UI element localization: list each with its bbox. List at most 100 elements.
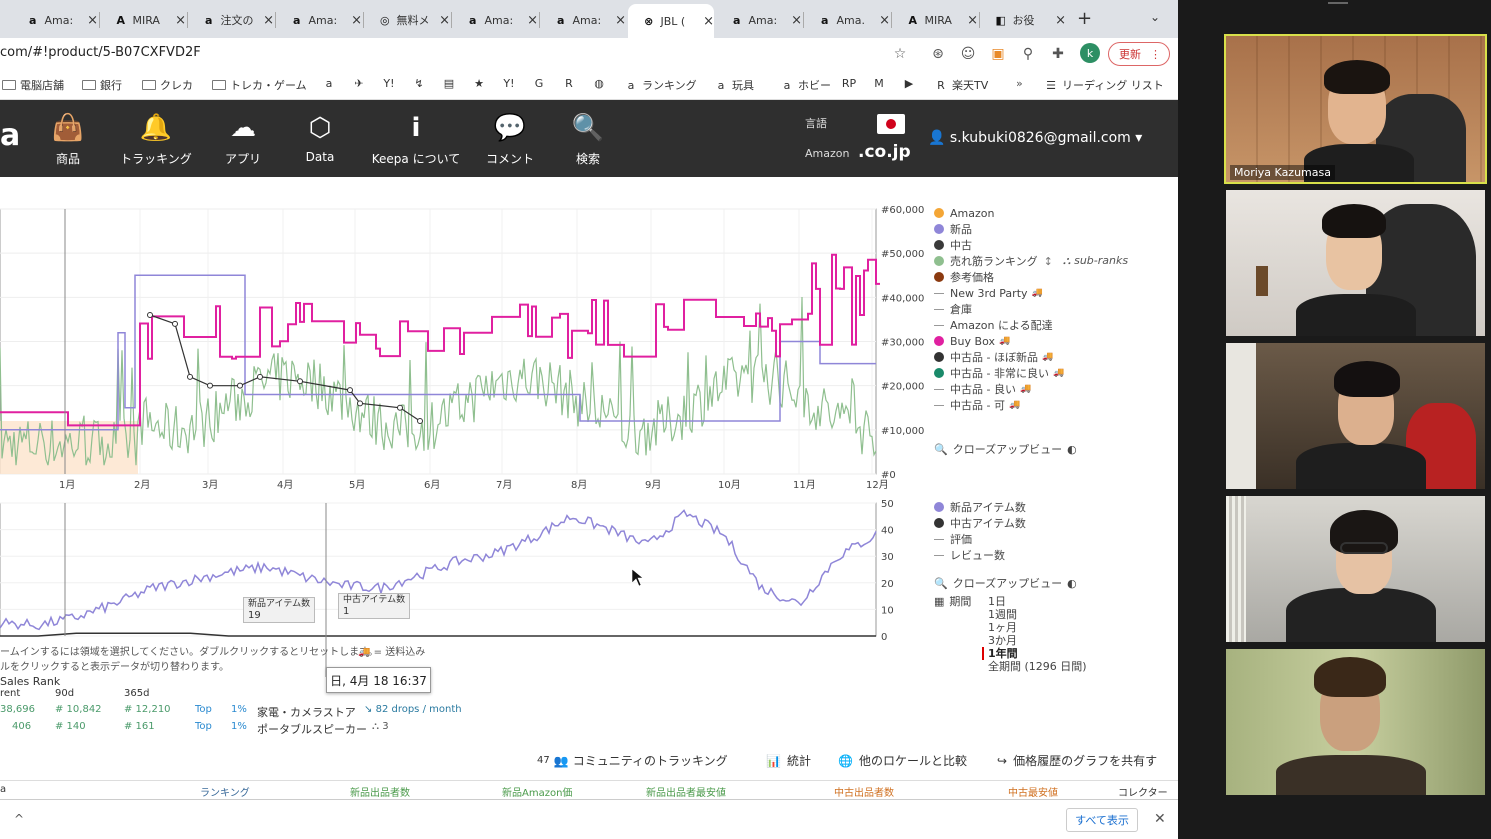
legend-item[interactable]: New 3rd Party 🚚 (934, 285, 1128, 301)
close-tab-icon[interactable]: × (439, 13, 450, 28)
chevron-up-icon[interactable]: ^ (14, 812, 24, 826)
bookmark-item[interactable]: ▤ (442, 77, 460, 90)
bookmark-item[interactable]: a 玩具 (714, 77, 754, 93)
bookmark-item[interactable]: Y! (382, 77, 400, 90)
period-option[interactable]: 3か月 (988, 634, 1087, 647)
show-all-downloads-button[interactable]: すべて表示 (1066, 808, 1138, 832)
bookmark-item[interactable]: ▶ (902, 77, 920, 90)
close-tab-icon[interactable]: × (967, 13, 978, 28)
sales-rank-category[interactable]: 家電・カメラストア (257, 704, 356, 720)
table-column-header[interactable]: ランキング (200, 784, 250, 799)
participant-tile-2[interactable] (1226, 190, 1485, 336)
close-tab-icon[interactable]: × (175, 13, 186, 28)
close-tab-icon[interactable]: × (879, 13, 890, 28)
period-option[interactable]: 1週間 (988, 608, 1087, 621)
community-tracking-link[interactable]: 47 👥 コミュニティのトラッキング (537, 752, 728, 769)
bookmark-item[interactable]: M (872, 77, 890, 90)
browser-tab[interactable]: ◧ お役 × (980, 6, 1066, 34)
period-option[interactable]: 全期間 (1296 日間) (988, 660, 1087, 673)
browser-tab[interactable]: A MIRA × (892, 6, 978, 34)
legend-item[interactable]: レビュー数 (934, 547, 1026, 563)
participant-tile-4[interactable] (1226, 496, 1485, 642)
count-closeup-toggle[interactable]: 🔍 クローズアップビュー ◐ (934, 575, 1077, 591)
update-button[interactable]: 更新 ⋮ (1108, 42, 1170, 66)
user-menu[interactable]: 👤 s.kubuki0826@gmail.com ▾ (928, 130, 1142, 146)
extension-face-icon[interactable]: ☺ (958, 44, 978, 64)
extension-keepa-icon[interactable]: ▣ (988, 44, 1008, 64)
browser-tab[interactable]: a Ama: × (276, 6, 362, 34)
extensions-puzzle-icon[interactable]: ✚ (1048, 44, 1068, 64)
table-column-header[interactable]: 新品出品者最安値 (646, 784, 726, 799)
table-column-header[interactable]: a (0, 784, 6, 795)
nav-tracking[interactable]: 🔔 トラッキング (106, 112, 206, 167)
bookmark-item[interactable]: 電脳店舗 (2, 77, 64, 93)
nav-about[interactable]: i Keepa について (366, 112, 466, 167)
period-option[interactable]: 1日 (988, 595, 1087, 608)
legend-item[interactable]: Amazon (934, 205, 1128, 221)
bookmark-item[interactable]: ↯ (412, 77, 430, 90)
legend-item[interactable]: 売れ筋ランキング ↕ ⛬ sub-ranks (934, 253, 1128, 269)
bookmark-item[interactable]: トレカ・ゲーム (212, 77, 307, 93)
browser-tab[interactable]: a 注文の × (188, 6, 274, 34)
legend-item[interactable]: 新品 (934, 221, 1128, 237)
legend-item[interactable]: 中古品 - ほぼ新品 🚚 (934, 349, 1128, 365)
participant-tile-5[interactable] (1226, 649, 1485, 795)
legend-item[interactable]: 新品アイテム数 (934, 499, 1026, 515)
sub-ranks-link[interactable]: ⛬ sub-ranks (1063, 254, 1128, 268)
subrank-category[interactable]: ポータブルスピーカー (257, 721, 367, 737)
nav-data[interactable]: ⬡ Data (270, 112, 370, 164)
bookmark-item[interactable]: R (562, 77, 580, 90)
share-graph-link[interactable]: ↪ 価格履歴のグラフを共有す (997, 752, 1157, 769)
legend-item[interactable]: Buy Box 🚚 (934, 333, 1128, 349)
more-bookmarks-button[interactable]: » (1016, 77, 1023, 90)
browser-tab[interactable]: A MIRA × (100, 6, 186, 34)
table-column-header[interactable]: コレクター (1118, 784, 1168, 799)
nav-search[interactable]: 🔍 検索 (538, 112, 638, 167)
close-tab-icon[interactable]: × (527, 13, 538, 28)
table-column-header[interactable]: 新品Amazon価 (502, 784, 572, 799)
japan-flag-icon[interactable] (877, 114, 905, 134)
bookmark-item[interactable]: a (322, 77, 340, 90)
participant-tile-1[interactable]: Moriya Kazumasa (1224, 34, 1487, 184)
close-tab-icon[interactable]: × (263, 13, 274, 28)
profile-avatar[interactable]: k (1080, 43, 1100, 63)
browser-tab[interactable]: ◎ 無料メ × (364, 6, 450, 34)
legend-item[interactable]: Amazon による配達 (934, 317, 1128, 333)
bookmark-item[interactable]: R 楽天TV (934, 77, 988, 93)
legend-item[interactable]: 中古品 - 良い 🚚 (934, 381, 1128, 397)
bookmark-item[interactable]: ✈ (352, 77, 370, 90)
bookmark-item[interactable]: Y! (502, 77, 520, 90)
new-tab-button[interactable]: + (1077, 8, 1092, 29)
table-column-header[interactable]: 中古最安値 (1008, 784, 1058, 799)
legend-item[interactable]: 中古品 - 可 🚚 (934, 397, 1128, 413)
bookmark-item[interactable]: クレカ (142, 77, 193, 93)
close-tab-icon[interactable]: × (1055, 13, 1066, 28)
table-column-header[interactable]: 新品出品者数 (350, 784, 410, 799)
bookmark-item[interactable]: ◍ (592, 77, 610, 90)
nav-products[interactable]: 👜 商品 (18, 112, 118, 167)
browser-tab[interactable]: a Ama: × (716, 6, 802, 34)
close-tab-icon[interactable]: × (87, 13, 98, 28)
legend-item[interactable]: 評価 (934, 531, 1026, 547)
bookmark-item[interactable]: a ランキング (624, 77, 697, 93)
table-column-header[interactable]: 中古出品者数 (834, 784, 894, 799)
price-closeup-toggle[interactable]: 🔍 クローズアップビュー ◐ (934, 441, 1077, 457)
url-field[interactable]: com/#!product/5-B07CXFVD2F (0, 45, 201, 60)
tab-search-chevron-icon[interactable]: ⌄ (1150, 10, 1160, 24)
browser-tab[interactable]: a Ama. × (804, 6, 890, 34)
browser-tab[interactable]: ⊗ JBL (× (628, 4, 714, 38)
bookmark-item[interactable]: 銀行 (82, 77, 122, 93)
legend-item[interactable]: 中古 (934, 237, 1128, 253)
extension-search-icon[interactable]: ⚲ (1018, 44, 1038, 64)
legend-item[interactable]: 中古アイテム数 (934, 515, 1026, 531)
bookmark-item[interactable]: RP (842, 77, 860, 90)
close-tab-icon[interactable]: × (615, 13, 626, 28)
domain-selector[interactable]: .co.jp (858, 142, 911, 162)
extension-vpn-icon[interactable]: ⊛ (928, 44, 948, 64)
period-option[interactable]: 1ヶ月 (988, 621, 1087, 634)
browser-tab[interactable]: a Ama: × (12, 6, 98, 34)
period-option[interactable]: 1年間 (982, 647, 1087, 660)
legend-item[interactable]: 中古品 - 非常に良い 🚚 (934, 365, 1128, 381)
reading-list-button[interactable]: ☰ リーディング リスト (1044, 77, 1164, 93)
compare-locales-link[interactable]: 🌐 他のロケールと比較 (838, 752, 967, 769)
